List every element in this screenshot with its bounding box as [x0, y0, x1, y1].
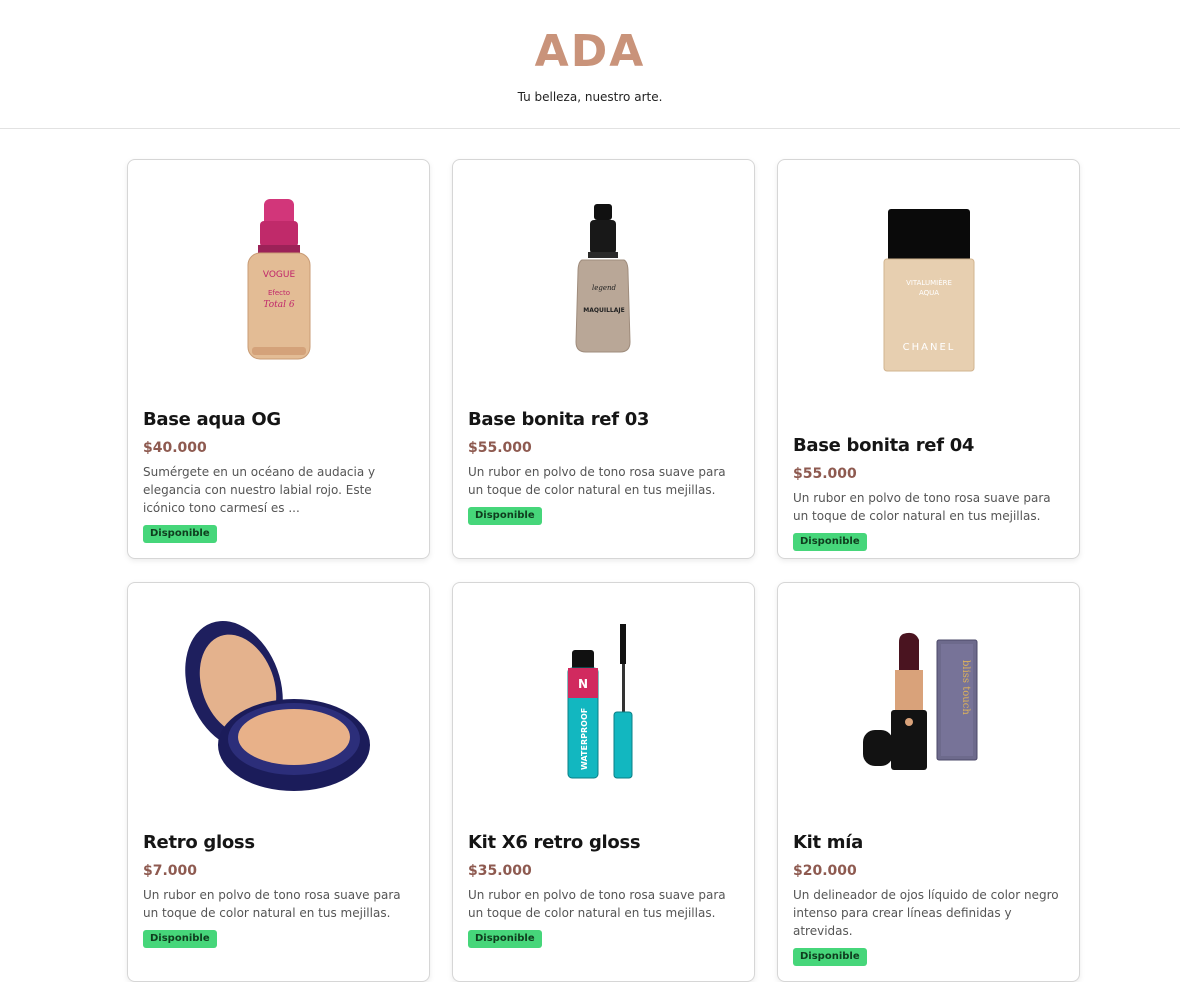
- product-name[interactable]: Retro gloss: [143, 831, 414, 855]
- product-name[interactable]: Base aqua OG: [143, 408, 414, 432]
- product-grid: VOGUE Efecto Total 6 Base aqua OG $40.00…: [127, 159, 1080, 982]
- product-description: Un rubor en polvo de tono rosa suave par…: [793, 491, 1051, 523]
- product-image[interactable]: legend MAQUILLAJE: [468, 172, 739, 392]
- product-card[interactable]: Retro gloss $7.000 Un rubor en polvo de …: [127, 582, 430, 982]
- product-name[interactable]: Base bonita ref 04: [793, 434, 1064, 458]
- svg-text:MAQUILLAJE: MAQUILLAJE: [583, 307, 624, 314]
- product-name[interactable]: Kit mía: [793, 831, 1064, 855]
- foundation-pump-bottle-icon: legend MAQUILLAJE: [574, 204, 631, 353]
- status-badge: Disponible: [468, 507, 542, 525]
- product-price: $20.000: [793, 863, 857, 879]
- brand-logo[interactable]: ADA: [0, 24, 1180, 80]
- status-badge: Disponible: [793, 533, 867, 551]
- product-image[interactable]: VOGUE Efecto Total 6: [143, 172, 414, 392]
- product-price: $40.000: [143, 440, 207, 456]
- svg-text:Efecto: Efecto: [267, 289, 289, 297]
- site-header: ADA Tu belleza, nuestro arte.: [0, 0, 1180, 129]
- compact-powder-icon: [184, 621, 370, 791]
- svg-text:AQUA: AQUA: [918, 289, 938, 297]
- svg-text:legend: legend: [592, 284, 617, 292]
- status-badge: Disponible: [143, 930, 217, 948]
- product-card[interactable]: bliss touch Kit mía $20.000 Un delineado…: [777, 582, 1080, 982]
- product-card[interactable]: VITALUMIÈRE AQUA CHANEL Base bonita ref …: [777, 159, 1080, 559]
- product-name[interactable]: Base bonita ref 03: [468, 408, 739, 432]
- svg-text:bliss touch: bliss touch: [960, 660, 971, 715]
- product-description: Un rubor en polvo de tono rosa suave par…: [468, 888, 726, 920]
- svg-text:Total 6: Total 6: [263, 300, 294, 310]
- foundation-bottle-pink-icon: VOGUE Efecto Total 6: [247, 199, 310, 360]
- status-badge: Disponible: [793, 948, 867, 966]
- svg-text:VOGUE: VOGUE: [262, 270, 295, 280]
- svg-text:CHANEL: CHANEL: [902, 342, 955, 353]
- product-card[interactable]: N WATERPROOF Kit X6 retro gloss $35.000 …: [452, 582, 755, 982]
- product-image[interactable]: [143, 595, 414, 815]
- product-description: Sumérgete en un océano de audacia y eleg…: [143, 465, 376, 515]
- status-badge: Disponible: [143, 525, 217, 543]
- product-price: $35.000: [468, 863, 532, 879]
- lipstick-box-icon: bliss touch: [862, 632, 977, 770]
- product-image[interactable]: VITALUMIÈRE AQUA CHANEL: [793, 172, 1064, 418]
- product-description: Un rubor en polvo de tono rosa suave par…: [143, 888, 401, 920]
- product-image[interactable]: bliss touch: [793, 595, 1064, 815]
- product-price: $55.000: [793, 466, 857, 482]
- product-name[interactable]: Kit X6 retro gloss: [468, 831, 739, 855]
- product-price: $7.000: [143, 863, 198, 879]
- mascara-icon: N WATERPROOF: [567, 624, 632, 779]
- tagline: Tu belleza, nuestro arte.: [517, 90, 663, 104]
- foundation-square-bottle-icon: VITALUMIÈRE AQUA CHANEL: [883, 209, 974, 372]
- status-badge: Disponible: [468, 930, 542, 948]
- product-price: $55.000: [468, 440, 532, 456]
- product-card[interactable]: VOGUE Efecto Total 6 Base aqua OG $40.00…: [127, 159, 430, 559]
- product-description: Un rubor en polvo de tono rosa suave par…: [468, 465, 726, 497]
- svg-text:WATERPROOF: WATERPROOF: [580, 708, 589, 770]
- product-image[interactable]: N WATERPROOF: [468, 595, 739, 815]
- product-card[interactable]: legend MAQUILLAJE Base bonita ref 03 $55…: [452, 159, 755, 559]
- svg-text:N: N: [577, 677, 587, 691]
- svg-text:VITALUMIÈRE: VITALUMIÈRE: [906, 278, 952, 287]
